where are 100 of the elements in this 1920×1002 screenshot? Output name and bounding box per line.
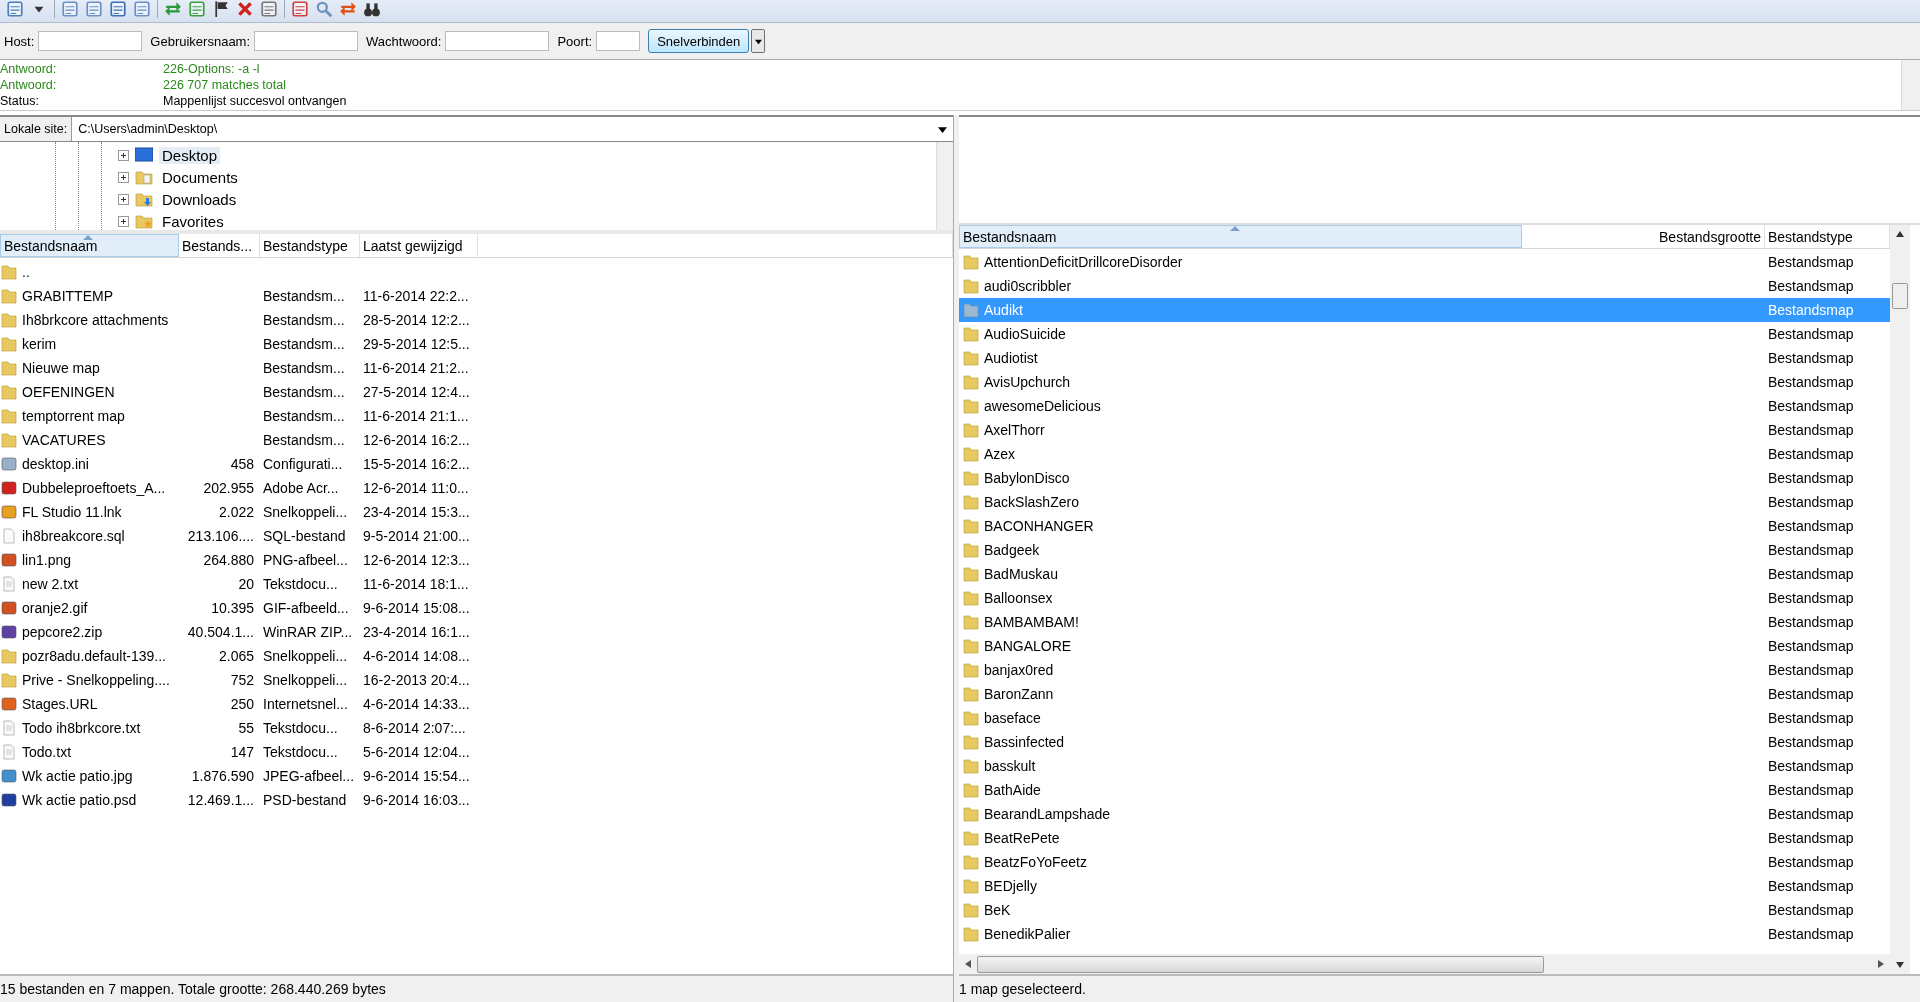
file-name[interactable]: oranje2.gif [22,600,88,616]
scroll-thumb[interactable] [977,955,1544,973]
expand-icon[interactable] [118,149,129,161]
file-row[interactable]: awesomeDelicious Bestandsmap [959,394,1890,418]
input-field[interactable] [596,31,641,51]
file-row[interactable]: BeatRePete Bestandsmap [959,826,1890,850]
file-row[interactable]: AxelThorr Bestandsmap [959,418,1890,442]
file-row[interactable]: BeK Bestandsmap [959,898,1890,922]
file-name[interactable]: Todo ih8brkcore.txt [22,720,141,736]
input-field[interactable] [254,31,359,51]
expand-icon[interactable] [118,171,129,183]
folder-icon [963,662,979,678]
file-name[interactable]: new 2.txt [22,576,79,592]
file-row[interactable]: Balloonsex Bestandsmap [959,586,1890,610]
file-size: 2.022 [218,504,254,520]
column-header[interactable]: Bestandsnaam [959,225,1522,248]
file-name[interactable]: kerim [22,336,57,352]
monitor-icon [135,147,153,163]
input-field[interactable] [445,31,550,51]
file-name[interactable]: Wk actie patio.jpg [22,768,133,784]
file-row[interactable]: BadMuskau Bestandsmap [959,562,1890,586]
modified-date: 9-6-2014 15:08... [363,600,470,616]
column-header[interactable]: Bestands... [179,234,260,257]
file-row[interactable]: AttentionDeficitDrillcoreDisorder Bestandsmap [959,250,1890,274]
file-name[interactable]: FL Studio 11.lnk [22,504,122,520]
folder-icon [963,278,979,294]
file-row[interactable]: Badgeek Bestandsmap [959,538,1890,562]
scrollbar[interactable] [1901,60,1920,110]
modified-date: 23-4-2014 15:3... [363,504,470,520]
file-row[interactable]: baseface Bestandsmap [959,706,1890,730]
log-label: Antwoord: [0,78,58,94]
right-arrow-icon[interactable] [1878,960,1884,968]
input-field[interactable] [38,31,143,51]
file-row[interactable]: BearandLampshade Bestandsmap [959,802,1890,826]
file-name[interactable]: pozr8adu.default-139... [22,648,166,664]
file-type: SQL-bestand [263,528,346,544]
column-header[interactable]: Bestandsgrootte [1522,225,1765,248]
caret-icon [754,37,762,45]
file-row[interactable]: basskult Bestandsmap [959,754,1890,778]
tree-item[interactable]: Favorites [159,212,227,230]
file-name[interactable]: Dubbeleproeftoets_A... [22,480,166,496]
search-icon[interactable] [315,0,333,18]
file-name[interactable]: ih8breakcore.sql [22,528,125,544]
file-row[interactable]: Audiotist Bestandsmap [959,346,1890,370]
file-row[interactable]: AvisUpchurch Bestandsmap [959,370,1890,394]
file-row[interactable]: BathAide Bestandsmap [959,778,1890,802]
tree-item[interactable]: Downloads [159,190,240,208]
file-row[interactable]: Bassinfected Bestandsmap [959,730,1890,754]
file-row[interactable]: banjax0red Bestandsmap [959,658,1890,682]
file-name[interactable]: Todo.txt [22,744,72,760]
dropdown-button[interactable] [751,29,766,53]
scrollbar[interactable] [1890,225,1910,974]
file-row[interactable]: BabylonDisco Bestandsmap [959,466,1890,490]
file-name[interactable]: .. [22,264,30,280]
file-name[interactable]: Prive - Snelkoppeling.... [22,672,170,688]
folder-icon [1,336,17,352]
file-row[interactable]: BAMBAMBAM! Bestandsmap [959,610,1890,634]
file-row[interactable]: BackSlashZero Bestandsmap [959,490,1890,514]
file-row[interactable]: BEDjelly Bestandsmap [959,874,1890,898]
file-row[interactable]: BaronZann Bestandsmap [959,682,1890,706]
log-message: 226-Options: -a -l [163,62,260,78]
folder-icon [963,494,979,510]
file-row[interactable]: BACONHANGER Bestandsmap [959,514,1890,538]
file-name[interactable]: pepcore2.zip [22,624,103,640]
expand-icon[interactable] [118,215,129,227]
scrollbar[interactable] [936,142,953,230]
scroll-thumb[interactable] [1892,283,1908,309]
file-row[interactable]: AudioSuicide Bestandsmap [959,322,1890,346]
file-row[interactable]: BeatzFoYoFeetz Bestandsmap [959,850,1890,874]
file-name[interactable]: Ih8brkcore attachments [22,312,169,328]
file-name[interactable]: GRABITTEMP [22,288,113,304]
file-row[interactable]: BANGALORE Bestandsmap [959,634,1890,658]
file-row[interactable]: Azex Bestandsmap [959,442,1890,466]
binoculars-icon[interactable] [363,0,381,18]
file-name[interactable]: desktop.ini [22,456,89,472]
file-name[interactable]: lin1.png [22,552,72,568]
column-header[interactable]: Bestandsnaam [0,234,179,257]
file-row[interactable]: BenedikPalier Bestandsmap [959,922,1890,946]
file-name[interactable]: temptorrent map [22,408,125,424]
file-type: Adobe Acr... [263,480,339,496]
column-header[interactable]: Bestandstype [260,234,360,257]
column-header[interactable]: Laatst gewijzigd [360,234,478,257]
file-name[interactable]: OEFENINGEN [22,384,115,400]
flag-icon[interactable] [212,0,230,18]
file-name[interactable]: Stages.URL [22,696,98,712]
tree-item[interactable]: Documents [159,168,241,186]
folder-icon [963,254,979,270]
file-row[interactable]: audi0scribbler Bestandsmap [959,274,1890,298]
left-arrow-icon[interactable] [965,960,971,968]
file-type: Internetsnel... [263,696,348,712]
up-arrow-icon[interactable] [1896,231,1904,237]
file-name[interactable]: Wk actie patio.psd [22,792,137,808]
tree-item[interactable]: Desktop [159,146,221,164]
file-name[interactable]: VACATURES [22,432,106,448]
cancel-icon[interactable] [236,0,254,18]
quickconnect-button[interactable]: Snelverbinden [648,29,750,53]
folder-icon [135,191,153,207]
expand-icon[interactable] [118,193,129,205]
file-name[interactable]: Nieuwe map [22,360,100,376]
down-arrow-icon[interactable] [1896,962,1904,968]
